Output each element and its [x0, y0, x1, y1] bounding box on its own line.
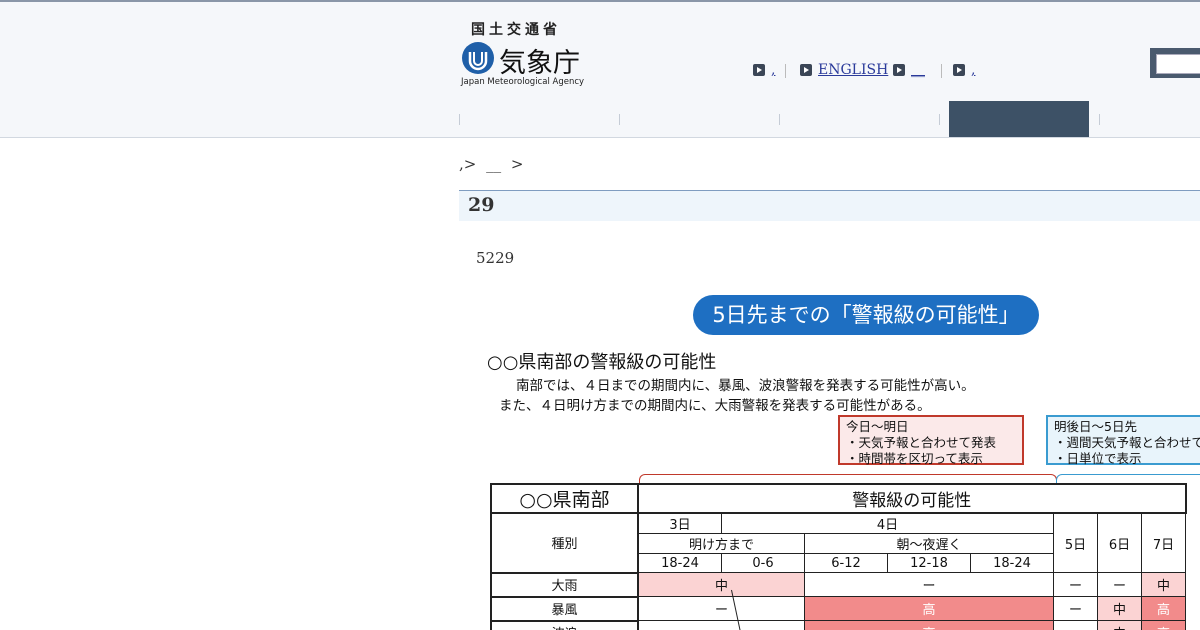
callout-line: ・時間帯を区切って表示	[846, 451, 983, 466]
table-cell	[637, 620, 805, 630]
table-cell: 中	[1141, 572, 1186, 597]
arrow-right-icon	[893, 64, 905, 76]
warning-table: ○○県南部 警報級の可能性 種別 3日 4日 5日 6日 7日 明け方まで 朝～…	[490, 483, 1187, 630]
table-type-label: 種別	[490, 512, 639, 574]
page-title-bar: 29	[459, 190, 1200, 221]
table-time: 18-24	[637, 553, 722, 573]
jma-emblem-icon	[462, 42, 494, 74]
callout-line: 明後日～5日先	[1054, 419, 1137, 434]
table-time: 0-6	[721, 553, 805, 573]
breadcrumb-separator: >	[510, 155, 524, 173]
lead-text: 5229	[476, 249, 515, 267]
site-header: 国土交通省 気象庁 Japan Meteorological Agency , …	[0, 2, 1200, 138]
breadcrumb-item[interactable]: __	[486, 155, 501, 173]
table-cell: 中	[1097, 620, 1142, 630]
nav-item-2[interactable]	[620, 101, 779, 139]
nav-item-3[interactable]	[780, 101, 939, 139]
figure-description: 南部では、４日までの期間内に、暴風、波浪警報を発表する可能性が高い。	[516, 378, 975, 394]
table-cell: ー	[1097, 572, 1142, 597]
table-cell	[1053, 620, 1098, 630]
table-period: 明け方まで	[637, 533, 805, 554]
header-link-3[interactable]: __	[893, 62, 925, 80]
breadcrumb: ,> __ >	[459, 155, 528, 173]
table-region: ○○県南部	[490, 483, 639, 514]
link-separator	[941, 64, 942, 78]
callout-today-tomorrow: 今日～明日 ・天気予報と合わせて発表 ・時間帯を区切って表示	[838, 415, 1024, 466]
arrow-right-icon	[753, 64, 765, 76]
table-period: 朝～夜遅く	[804, 533, 1054, 554]
table-day: 7日	[1141, 512, 1186, 573]
table-header-main: 警報級の可能性	[637, 483, 1187, 514]
table-row-label: 大雨	[490, 571, 639, 598]
global-nav	[459, 101, 1200, 139]
agency-name-en: Japan Meteorological Agency	[461, 77, 585, 87]
ministry-name: 国土交通省	[471, 22, 561, 38]
callout-line: ・日単位で表示	[1054, 451, 1142, 466]
breadcrumb-item[interactable]: ,>	[459, 155, 476, 173]
table-cell: 高	[804, 596, 1054, 621]
header-link-english-label[interactable]: ENGLISH	[818, 62, 888, 78]
nav-item-active[interactable]	[949, 101, 1089, 137]
nav-item-5[interactable]	[1100, 101, 1200, 139]
nav-divider	[939, 114, 940, 125]
callout-day-after: 明後日～5日先 ・週間天気予報と合わせて ・日単位で表示	[1046, 415, 1200, 466]
figure-description: また、４日明け方までの期間内に、大雨警報を発表する可能性がある。	[499, 398, 931, 414]
table-day: 3日	[637, 512, 722, 534]
table-cell: 高	[804, 620, 1054, 630]
table-row-label: 暴風	[490, 595, 639, 622]
header-link-english[interactable]: ENGLISH	[800, 62, 888, 80]
callout-line: ・天気予報と合わせて発表	[846, 435, 997, 450]
figure-title: ○○県南部の警報級の可能性	[487, 352, 717, 373]
search-box	[1150, 48, 1200, 78]
table-cell: ー	[1053, 572, 1098, 597]
arrow-right-icon	[800, 64, 812, 76]
header-link-1[interactable]: ,	[753, 62, 775, 80]
table-cell: 中	[1097, 596, 1142, 621]
nav-item-1[interactable]	[460, 101, 619, 139]
callout-line: 今日～明日	[846, 419, 909, 434]
table-cell: ー	[804, 572, 1054, 597]
link-separator	[785, 64, 786, 78]
header-link-4[interactable]: ,	[953, 62, 975, 80]
agency-name: 気象庁	[499, 48, 580, 79]
callout-line: ・週間天気予報と合わせて	[1054, 435, 1200, 450]
table-cell: 中	[637, 572, 805, 597]
jma-logo[interactable]: 国土交通省 気象庁 Japan Meteorological Agency	[461, 19, 585, 91]
bracket-today-tomorrow	[639, 474, 1057, 483]
figure-heading-pill: 5日先までの「警報級の可能性」	[693, 295, 1039, 335]
page-title: 29	[468, 194, 495, 216]
table-time: 18-24	[970, 553, 1054, 573]
table-cell: ー	[637, 596, 805, 621]
table-cell: ー	[1053, 596, 1098, 621]
arrow-right-icon	[953, 64, 965, 76]
table-row-label: 波浪	[490, 619, 639, 630]
warning-figure: 5日先までの「警報級の可能性」 ○○県南部の警報級の可能性 南部では、４日までの…	[459, 285, 1200, 630]
table-cell: 高	[1141, 596, 1186, 621]
table-cell: 高	[1141, 620, 1186, 630]
search-input[interactable]	[1156, 54, 1200, 74]
table-day: 5日	[1053, 512, 1098, 573]
table-time: 12-18	[887, 553, 971, 573]
header-link-3-label[interactable]: __	[911, 62, 925, 78]
table-time: 6-12	[804, 553, 888, 573]
table-day: 6日	[1097, 512, 1142, 573]
table-day: 4日	[721, 512, 1054, 534]
bracket-day-after	[1056, 474, 1200, 483]
header-link-1-label[interactable]: ,	[771, 62, 775, 78]
header-link-4-label[interactable]: ,	[971, 62, 975, 78]
